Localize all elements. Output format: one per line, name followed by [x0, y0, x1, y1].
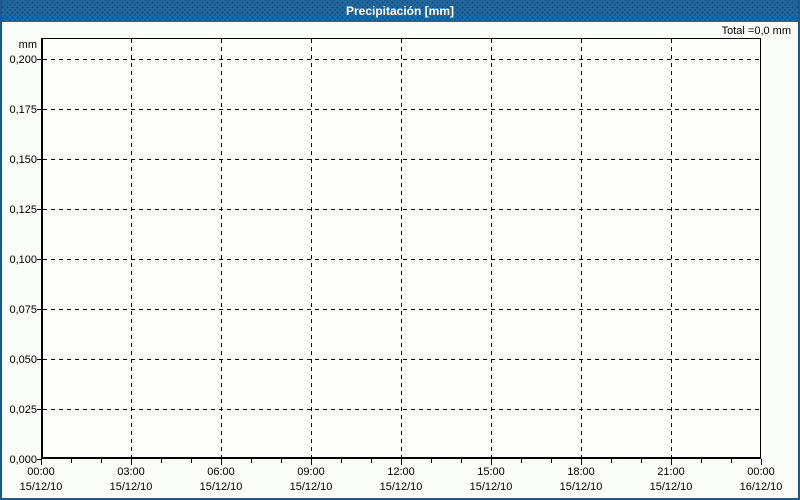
x-tick-time-label: 18:00	[567, 466, 595, 478]
x-axis-minor-tick	[641, 459, 642, 463]
y-tick-label: 0,100	[9, 254, 37, 266]
x-axis-minor-tick	[731, 459, 732, 463]
x-axis-minor-tick	[251, 459, 252, 463]
x-tick-time-label: 03:00	[117, 466, 145, 478]
x-tick-date-label: 15/12/10	[379, 481, 423, 493]
x-tick-date-label: 15/12/10	[109, 481, 153, 493]
y-tick-label: 0,150	[9, 154, 37, 166]
y-axis-tick	[37, 59, 41, 60]
x-axis-major-tick	[311, 459, 312, 465]
x-axis-minor-tick	[701, 459, 702, 463]
x-tick-time-label: 00:00	[27, 466, 55, 478]
y-axis-tick	[37, 309, 41, 310]
y-tick-label: 0,200	[9, 54, 37, 66]
x-tick-date-label: 15/12/10	[469, 481, 513, 493]
y-tick-label: 0,125	[9, 204, 37, 216]
x-grid-line	[491, 39, 492, 457]
x-axis-major-tick	[41, 459, 42, 465]
y-tick-label: 0,025	[9, 404, 37, 416]
x-tick-date-label: 15/12/10	[199, 481, 243, 493]
x-axis-major-tick	[491, 459, 492, 465]
x-grid-line	[221, 39, 222, 457]
x-axis-major-tick	[221, 459, 222, 465]
x-axis-major-tick	[671, 459, 672, 465]
x-tick-date-label: 15/12/10	[649, 481, 693, 493]
y-axis-tick	[37, 209, 41, 210]
chart-plot-region: mm 0,200 0,175 0,150 0,125 0,100 0,075 0,050 0,…	[2, 0, 798, 498]
y-axis-unit-label: mm	[18, 39, 37, 51]
x-tick-date-label: 15/12/10	[289, 481, 333, 493]
x-axis-minor-tick	[551, 459, 552, 463]
x-axis-minor-tick	[431, 459, 432, 463]
y-tick-label: 0,050	[9, 354, 37, 366]
x-tick-time-label: 12:00	[387, 466, 415, 478]
x-tick-time-label: 06:00	[207, 466, 235, 478]
y-axis-tick	[37, 259, 41, 260]
x-axis-minor-tick	[521, 459, 522, 463]
x-axis-minor-tick	[371, 459, 372, 463]
x-axis-minor-tick	[191, 459, 192, 463]
y-tick-label: 0,000	[9, 454, 37, 466]
y-axis-tick	[37, 409, 41, 410]
x-tick-time-label: 00:00	[747, 466, 775, 478]
y-axis-tick	[37, 109, 41, 110]
x-grid-line	[131, 39, 132, 457]
x-tick-date-label: 15/12/10	[559, 481, 603, 493]
x-axis-minor-tick	[161, 459, 162, 463]
y-tick-label: 0,075	[9, 304, 37, 316]
x-axis-major-tick	[761, 459, 762, 465]
x-axis-minor-tick	[71, 459, 72, 463]
x-axis-major-tick	[131, 459, 132, 465]
x-tick-time-label: 15:00	[477, 466, 505, 478]
x-tick-time-label: 21:00	[657, 466, 685, 478]
x-axis-minor-tick	[611, 459, 612, 463]
x-axis-major-tick	[401, 459, 402, 465]
x-axis-major-tick	[581, 459, 582, 465]
y-tick-label: 0,175	[9, 104, 37, 116]
x-tick-date-label: 15/12/10	[19, 481, 63, 493]
x-grid-line	[311, 39, 312, 457]
x-grid-line	[671, 39, 672, 457]
x-axis-minor-tick	[101, 459, 102, 463]
x-tick-date-label: 16/12/10	[739, 481, 783, 493]
x-grid-line	[581, 39, 582, 457]
y-axis-tick	[37, 159, 41, 160]
x-axis-minor-tick	[341, 459, 342, 463]
chart-window: Precipitación [mm] Total =0,0 mm mm 0,20…	[0, 0, 800, 500]
x-grid-line	[401, 39, 402, 457]
x-axis-minor-tick	[281, 459, 282, 463]
y-axis-tick	[37, 359, 41, 360]
x-tick-time-label: 09:00	[297, 466, 325, 478]
x-axis-minor-tick	[461, 459, 462, 463]
